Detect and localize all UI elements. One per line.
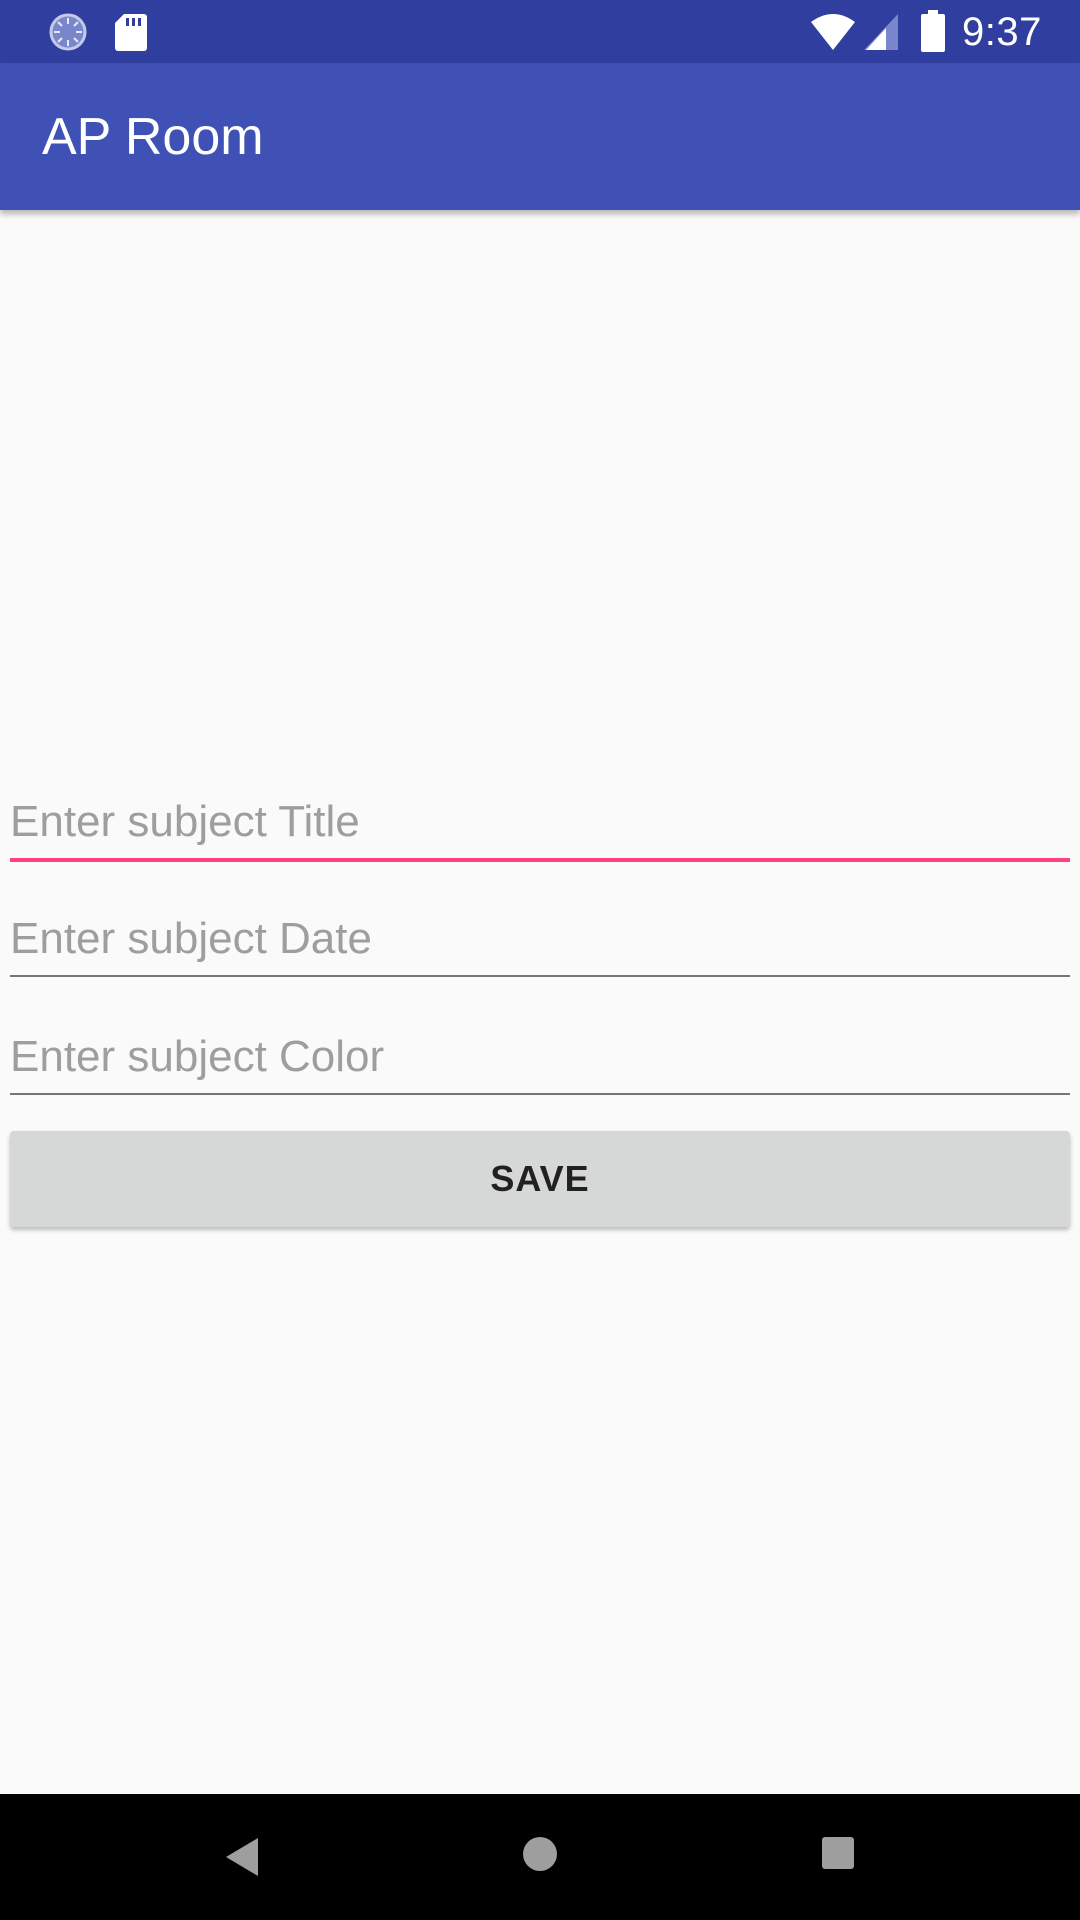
subject-date-input[interactable] — [10, 895, 1070, 983]
subject-title-field[interactable] — [10, 778, 1070, 874]
navigation-bar — [0, 1794, 1080, 1920]
date-underline — [10, 975, 1070, 977]
app-bar: AP Room — [0, 63, 1080, 210]
subject-title-input[interactable] — [10, 778, 1070, 866]
recents-icon[interactable] — [820, 1835, 856, 1871]
title-underline-focused — [10, 858, 1070, 862]
save-button[interactable]: SAVE — [10, 1131, 1070, 1227]
wifi-icon — [811, 14, 855, 50]
loading-icon — [49, 13, 87, 51]
home-icon[interactable] — [520, 1834, 560, 1874]
signal-icon — [864, 14, 898, 50]
sdcard-icon — [115, 14, 147, 51]
status-time: 9:37 — [962, 10, 1042, 54]
subject-color-input[interactable] — [10, 1013, 1070, 1101]
status-bar: 9:37 — [0, 0, 1080, 63]
color-underline — [10, 1093, 1070, 1095]
battery-icon — [921, 10, 945, 52]
subject-date-field[interactable] — [10, 895, 1070, 991]
subject-color-field[interactable] — [10, 1013, 1070, 1109]
back-icon[interactable] — [222, 1834, 262, 1880]
app-title: AP Room — [42, 108, 264, 166]
